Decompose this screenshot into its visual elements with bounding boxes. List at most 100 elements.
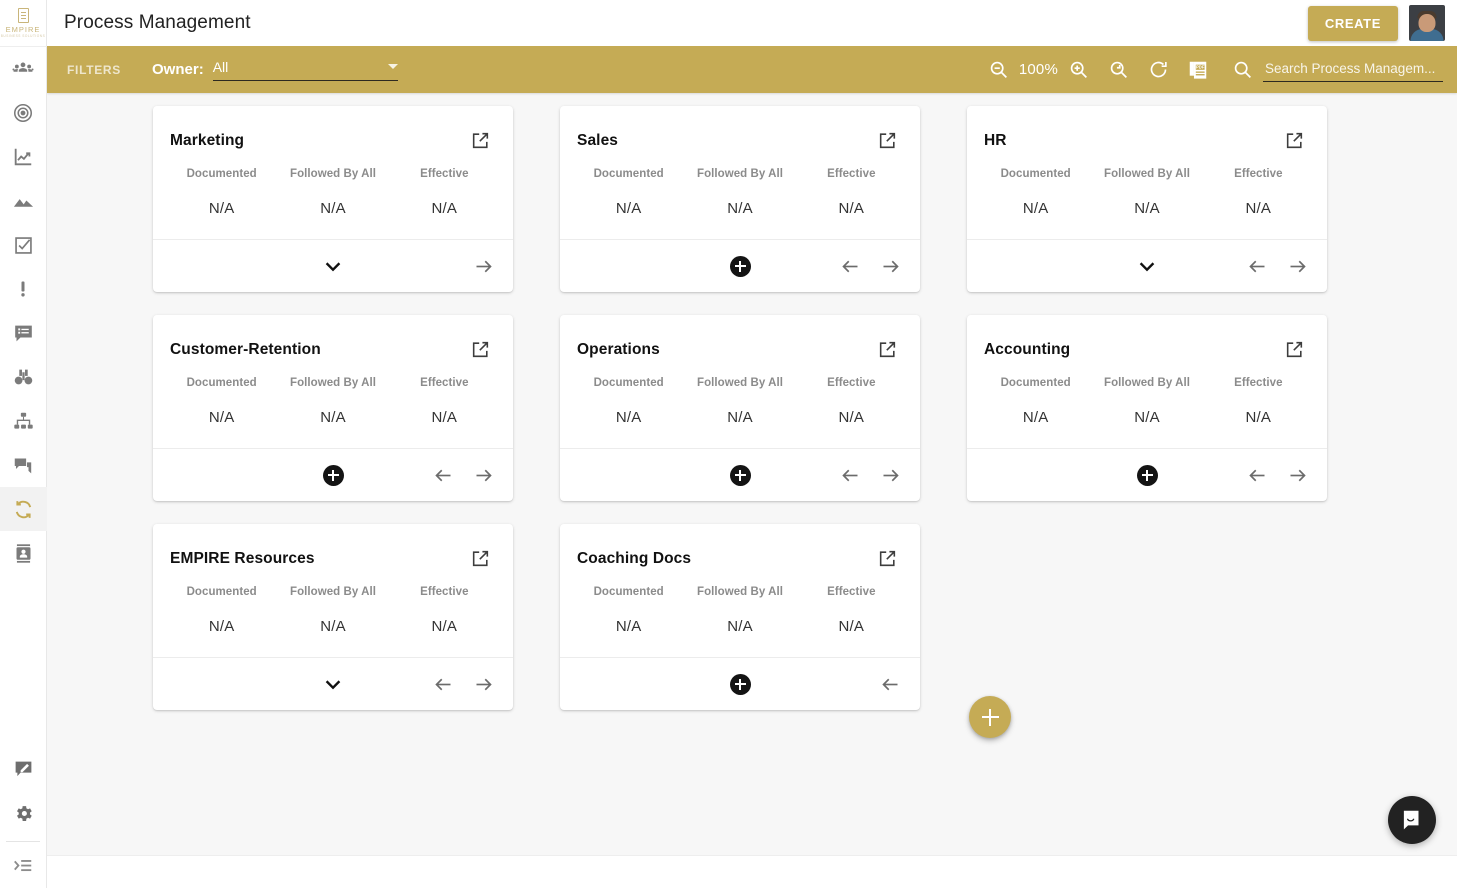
intercom-chat-launcher[interactable] bbox=[1388, 796, 1436, 844]
refresh-button[interactable] bbox=[1138, 50, 1178, 90]
zoom-reset-button[interactable] bbox=[1098, 50, 1138, 90]
process-card-slot: Marketing Documented N/A Followed By All… bbox=[153, 106, 560, 315]
sidebar-item-contacts[interactable] bbox=[0, 531, 47, 575]
process-card-metrics: Documented N/A Followed By All N/A Effec… bbox=[560, 360, 920, 426]
logo-subtitle: BUSINESS SOLUTIONS bbox=[0, 34, 46, 38]
sidebar-item-vision[interactable] bbox=[0, 179, 47, 223]
process-card-title: Accounting bbox=[984, 341, 1071, 358]
sidebar-item-todos[interactable] bbox=[0, 223, 47, 267]
open-external-icon[interactable] bbox=[470, 548, 491, 569]
process-card-footer-center bbox=[560, 658, 920, 710]
zoom-out-button[interactable] bbox=[979, 50, 1019, 90]
zoom-in-button[interactable] bbox=[1058, 50, 1098, 90]
arrow-right-icon[interactable] bbox=[473, 256, 494, 277]
arrow-left-icon[interactable] bbox=[1247, 256, 1268, 277]
create-button[interactable]: CREATE bbox=[1307, 5, 1398, 41]
mountains-icon bbox=[13, 198, 33, 207]
owner-filter-value: All bbox=[212, 58, 229, 75]
open-external-icon[interactable] bbox=[1284, 339, 1305, 360]
process-card-header: Customer-Retention bbox=[153, 315, 513, 360]
process-card[interactable]: Customer-Retention Documented N/A Follow… bbox=[153, 315, 513, 501]
people-icon bbox=[12, 62, 34, 72]
add-process-fab[interactable] bbox=[969, 696, 1011, 738]
search-icon[interactable] bbox=[1232, 59, 1253, 80]
arrow-left-icon[interactable] bbox=[1247, 465, 1268, 486]
comment-list-icon bbox=[14, 325, 32, 341]
add-process-button[interactable] bbox=[322, 464, 344, 486]
metric-label: Followed By All bbox=[697, 168, 783, 180]
chevron-down-icon[interactable] bbox=[1136, 255, 1158, 277]
sidebar-item-conversations[interactable] bbox=[0, 443, 47, 487]
sidebar-item-issues[interactable] bbox=[0, 267, 47, 311]
open-external-icon[interactable] bbox=[470, 339, 491, 360]
metric-value: N/A bbox=[320, 200, 346, 217]
sidebar-item-meetings[interactable] bbox=[0, 311, 47, 355]
open-external-icon[interactable] bbox=[877, 130, 898, 151]
arrow-left-icon[interactable] bbox=[840, 465, 861, 486]
process-card-header: Accounting bbox=[967, 315, 1327, 360]
add-process-button[interactable] bbox=[729, 464, 751, 486]
process-card[interactable]: Coaching Docs Documented N/A Followed By… bbox=[560, 524, 920, 710]
chevron-down-icon[interactable] bbox=[322, 255, 344, 277]
metric-label: Followed By All bbox=[697, 377, 783, 389]
add-process-button[interactable] bbox=[729, 673, 751, 695]
metric-value: N/A bbox=[1134, 200, 1160, 217]
sidebar-item-feedback[interactable] bbox=[0, 747, 47, 791]
process-card[interactable]: EMPIRE Resources Documented N/A Followed… bbox=[153, 524, 513, 710]
target-icon bbox=[13, 103, 33, 123]
avatar[interactable] bbox=[1409, 5, 1445, 41]
checkbox-icon bbox=[14, 236, 32, 254]
add-process-button[interactable] bbox=[729, 255, 751, 277]
arrow-right-icon[interactable] bbox=[1287, 465, 1308, 486]
metric-column: Followed By All N/A bbox=[1091, 168, 1202, 217]
process-card-title: Operations bbox=[577, 341, 660, 358]
open-external-icon[interactable] bbox=[877, 339, 898, 360]
arrow-right-icon[interactable] bbox=[880, 465, 901, 486]
arrow-left-icon[interactable] bbox=[840, 256, 861, 277]
process-card-footer-nav bbox=[1247, 256, 1327, 277]
sidebar-item-scorecard[interactable] bbox=[0, 135, 47, 179]
open-external-icon[interactable] bbox=[470, 130, 491, 151]
sidebar-item-scouting[interactable] bbox=[0, 355, 47, 399]
arrow-right-icon[interactable] bbox=[880, 256, 901, 277]
arrow-left-icon[interactable] bbox=[433, 674, 454, 695]
process-card-slot: EMPIRE Resources Documented N/A Followed… bbox=[153, 524, 560, 733]
process-card[interactable]: HR Documented N/A Followed By All N/A Ef… bbox=[967, 106, 1327, 292]
arrow-left-icon[interactable] bbox=[433, 465, 454, 486]
process-card[interactable]: Operations Documented N/A Followed By Al… bbox=[560, 315, 920, 501]
open-external-icon[interactable] bbox=[1284, 130, 1305, 151]
sidebar-item-goals[interactable] bbox=[0, 91, 47, 135]
process-card-slot: Accounting Documented N/A Followed By Al… bbox=[967, 315, 1374, 524]
metric-label: Documented bbox=[593, 377, 664, 389]
sidebar-item-settings[interactable] bbox=[0, 791, 47, 835]
sidebar-item-org-chart[interactable] bbox=[0, 399, 47, 443]
arrow-right-icon[interactable] bbox=[1287, 256, 1308, 277]
process-card[interactable]: Sales Documented N/A Followed By All N/A… bbox=[560, 106, 920, 292]
feedback-pencil-icon bbox=[15, 761, 31, 776]
sidebar-item-people[interactable] bbox=[0, 47, 47, 91]
process-card[interactable]: Marketing Documented N/A Followed By All… bbox=[153, 106, 513, 292]
process-card-footer bbox=[153, 239, 513, 292]
zoom-reset-icon bbox=[1110, 61, 1127, 78]
process-card[interactable]: Accounting Documented N/A Followed By Al… bbox=[967, 315, 1327, 501]
process-card-slot: Coaching Docs Documented N/A Followed By… bbox=[560, 524, 967, 733]
search-input[interactable] bbox=[1263, 57, 1443, 82]
collapse-menu-icon bbox=[14, 860, 32, 872]
sidebar-collapse-toggle[interactable] bbox=[0, 844, 47, 888]
metric-label: Documented bbox=[593, 168, 664, 180]
chevron-down-icon[interactable] bbox=[322, 673, 344, 695]
arrow-right-icon[interactable] bbox=[473, 674, 494, 695]
metric-value: N/A bbox=[1022, 200, 1049, 217]
arrow-left-icon[interactable] bbox=[880, 674, 901, 695]
owner-filter-select[interactable]: All bbox=[212, 58, 398, 81]
export-pdf-button[interactable]: PDF bbox=[1178, 50, 1218, 90]
add-process-button[interactable] bbox=[1136, 464, 1158, 486]
process-card-grid: Marketing Documented N/A Followed By All… bbox=[47, 93, 1457, 733]
metric-value: N/A bbox=[838, 618, 865, 635]
sidebar-item-process[interactable] bbox=[0, 487, 47, 531]
arrow-right-icon[interactable] bbox=[473, 465, 494, 486]
metric-column: Followed By All N/A bbox=[684, 168, 795, 217]
open-external-icon[interactable] bbox=[877, 548, 898, 569]
app-logo[interactable]: EMPIRE BUSINESS SOLUTIONS bbox=[0, 0, 47, 47]
metric-column: Effective N/A bbox=[796, 586, 907, 635]
